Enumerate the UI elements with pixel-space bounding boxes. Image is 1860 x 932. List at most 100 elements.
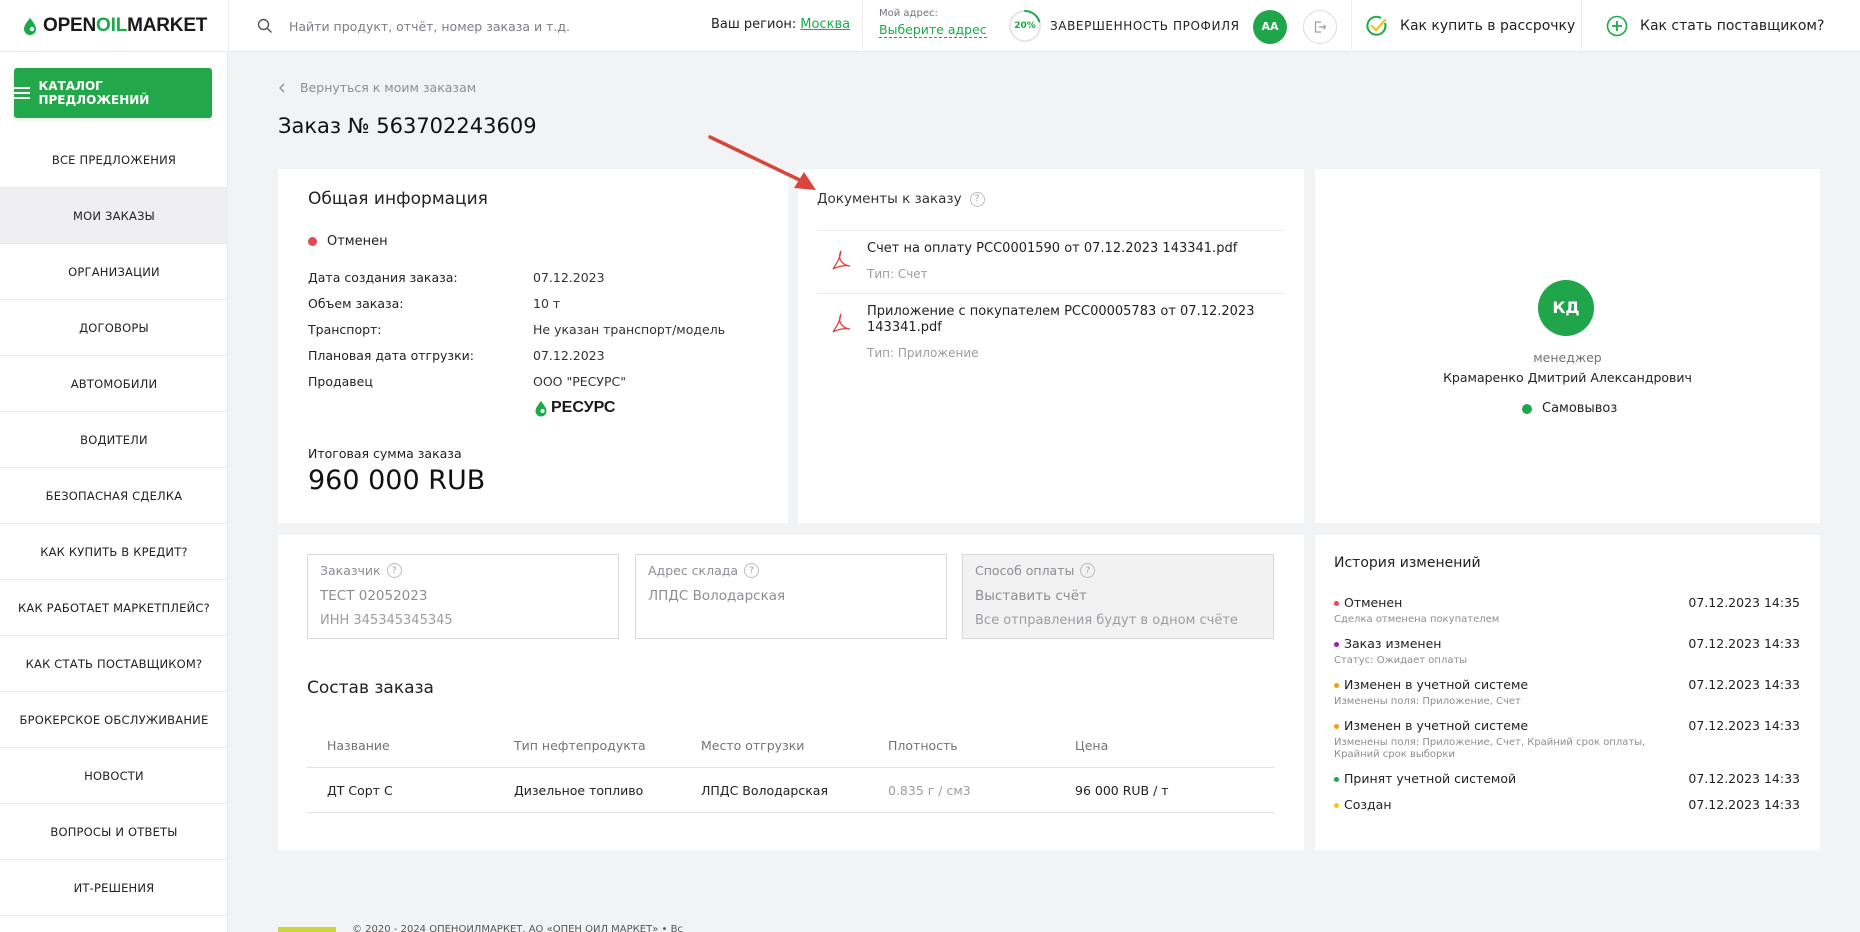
delivery-method: Самовывоз xyxy=(1522,401,1617,416)
customer-inn: ИНН 345345345345 xyxy=(320,613,453,628)
logo-drop-icon xyxy=(24,18,36,35)
help-icon[interactable]: ? xyxy=(744,563,760,578)
table-cell: Дизельное топливо xyxy=(514,782,644,798)
profile-completeness[interactable]: 20% ЗАВЕРШЕННОСТЬ ПРОФИЛЯ xyxy=(1008,9,1240,43)
sidebar-item-faq[interactable]: ВОПРОСЫ И ОТВЕТЫ xyxy=(0,804,228,860)
address-link[interactable]: Выберите адрес xyxy=(879,22,987,38)
history-item: Создан 07.12.2023 14:33 xyxy=(1334,797,1800,813)
progress-ring: 20% xyxy=(1008,9,1042,43)
delivery-dot-icon xyxy=(1522,403,1532,414)
document-item[interactable]: Счет на оплату РСС0001590 от 07.12.2023 … xyxy=(817,230,1285,293)
total-amount: 960 000 RUB xyxy=(308,465,486,496)
document-name[interactable]: Счет на оплату РСС0001590 от 07.12.2023 … xyxy=(867,241,1285,257)
info-row: Плановая дата отгрузки: 07.12.2023 xyxy=(308,348,605,363)
history-item: Отменен 07.12.2023 14:35 Сделка отменена … xyxy=(1334,595,1800,625)
field-caption: Способ оплаты? xyxy=(975,563,1261,578)
top-header: OPENOILMARKET Ваш регион:Москва Мой адре… xyxy=(0,0,1860,52)
info-list: Дата создания заказа: 07.12.2023 Объем за… xyxy=(308,270,768,400)
field-caption: Заказчик? xyxy=(320,563,606,578)
installment-link[interactable]: Как купить в рассрочку xyxy=(1351,0,1581,52)
composition-heading: Состав заказа xyxy=(307,678,434,698)
history-item: Изменен в учетной системе 07.12.2023 14:3… xyxy=(1334,677,1800,707)
table-cell: 96 000 RUB / т xyxy=(1075,782,1169,798)
info-row: Транспорт: Не указан транспорт/модель xyxy=(308,322,726,337)
search-input[interactable] xyxy=(289,18,689,34)
pdf-icon xyxy=(832,313,851,333)
documents-heading: Документы к заказу ? xyxy=(817,191,985,207)
history-dot-icon xyxy=(1334,641,1339,647)
sidebar-item-safe-deal[interactable]: БЕЗОПАСНАЯ СДЕЛКА xyxy=(0,468,228,524)
help-icon[interactable]: ? xyxy=(1080,563,1096,578)
sidebar-item-all-offers[interactable]: ВСЕ ПРЕДЛОЖЕНИЯ xyxy=(0,132,228,188)
page-title: Заказ № 563702243609 xyxy=(278,114,537,138)
sidebar: КАТАЛОГ ПРЕДЛОЖЕНИЙ ВСЕ ПРЕДЛОЖЕНИЯ МОИ … xyxy=(0,52,228,932)
back-link[interactable]: Вернуться к моим заказам xyxy=(278,80,476,95)
composition-table: Название Тип нефтепродукта Место отгрузк… xyxy=(307,723,1275,813)
sidebar-item-drivers[interactable]: ВОДИТЕЛИ xyxy=(0,412,228,468)
history-dot-icon xyxy=(1334,682,1339,688)
info-row: Объем заказа: 10 т xyxy=(308,296,561,311)
warehouse-address: ЛПДС Володарская xyxy=(648,588,786,604)
general-info-heading: Общая информация xyxy=(308,189,488,209)
search-icon xyxy=(257,18,272,33)
table-cell: ЛПДС Володарская xyxy=(701,782,828,798)
history-dot-icon xyxy=(1334,600,1339,606)
user-avatar[interactable]: АА xyxy=(1253,10,1287,44)
column-header: Место отгрузки xyxy=(701,737,805,753)
total-caption: Итоговая сумма заказа xyxy=(308,446,462,461)
table-row: ДТ Сорт С Дизельное топливо ЛПДС Володар… xyxy=(307,768,1275,813)
check-circle-icon xyxy=(1366,15,1387,36)
logo-text: OPENOILMARKET xyxy=(43,15,208,36)
sidebar-item-news[interactable]: НОВОСТИ xyxy=(0,748,228,804)
manager-name: Крамаренко Дмитрий Александрович xyxy=(1443,370,1692,385)
logout-icon xyxy=(1314,21,1327,33)
chevron-left-icon xyxy=(279,83,285,92)
history-dot-icon xyxy=(1334,802,1339,808)
footer-accent xyxy=(278,927,336,932)
column-header: Плотность xyxy=(888,737,958,753)
sidebar-item-it-solutions[interactable]: ИТ-РЕШЕНИЯ xyxy=(0,860,228,916)
address-caption: Мой адрес: xyxy=(879,8,938,19)
history-item: Принят учетной системой 07.12.2023 14:33 xyxy=(1334,771,1800,787)
history-item: Заказ изменен 07.12.2023 14:33 Статус: Ож… xyxy=(1334,636,1800,666)
history-list: Отменен 07.12.2023 14:35 Сделка отменена … xyxy=(1334,595,1800,823)
annotation-arrow-icon xyxy=(708,135,816,190)
sidebar-item-how-it-works[interactable]: КАК РАБОТАЕТ МАРКЕТПЛЕЙС? xyxy=(0,580,228,636)
documents-card: Документы к заказу ? Счет на оплату РСС0… xyxy=(798,169,1304,523)
region-selector: Ваш регион: Москва xyxy=(711,17,850,32)
history-dot-icon xyxy=(1334,723,1339,729)
history-heading: История изменений xyxy=(1334,555,1481,571)
sidebar-item-contracts[interactable]: ДОГОВОРЫ xyxy=(0,300,228,356)
document-name[interactable]: Приложение с покупателем РСС00005783 от … xyxy=(867,304,1285,336)
manager-avatar: КД xyxy=(1538,280,1594,336)
sidebar-item-become-supplier[interactable]: КАК СТАТЬ ПОСТАВЩИКОМ? xyxy=(0,636,228,692)
logo[interactable]: OPENOILMARKET xyxy=(22,14,207,38)
info-row: Продавец ООО "РЕСУРС" xyxy=(308,374,627,389)
order-details-card: Заказчик? ТЕСТ 02052023 ИНН 345345345345… xyxy=(278,535,1304,850)
sidebar-item-organizations[interactable]: ОРГАНИЗАЦИИ xyxy=(0,244,228,300)
payment-method: Выставить счёт xyxy=(975,588,1087,604)
column-header: Название xyxy=(327,737,390,753)
history-card: История изменений Отменен 07.12.2023 14:3… xyxy=(1315,535,1820,850)
help-icon[interactable]: ? xyxy=(969,191,985,207)
help-icon[interactable]: ? xyxy=(386,563,402,578)
sidebar-item-vehicles[interactable]: АВТОМОБИЛИ xyxy=(0,356,228,412)
document-item[interactable]: Приложение с покупателем РСС00005783 от … xyxy=(817,293,1285,372)
profile-label: ЗАВЕРШЕННОСТЬ ПРОФИЛЯ xyxy=(1050,19,1240,33)
catalog-button[interactable]: КАТАЛОГ ПРЕДЛОЖЕНИЙ xyxy=(14,68,212,118)
info-row: Дата создания заказа: 07.12.2023 xyxy=(308,270,605,285)
customer-field: Заказчик? ТЕСТ 02052023 ИНН 345345345345 xyxy=(307,554,619,639)
sidebar-item-credit[interactable]: КАК КУПИТЬ В КРЕДИТ? xyxy=(0,524,228,580)
sidebar-item-my-orders[interactable]: МОИ ЗАКАЗЫ xyxy=(0,188,228,244)
payment-note: Все отправления будут в одном счёте xyxy=(975,613,1238,628)
region-link[interactable]: Москва xyxy=(800,17,850,32)
sidebar-nav: ВСЕ ПРЕДЛОЖЕНИЯ МОИ ЗАКАЗЫ ОРГАНИЗАЦИИ Д… xyxy=(0,132,228,916)
supplier-link[interactable]: Как стать поставщиком? xyxy=(1581,0,1860,52)
manager-card: КД менеджер Крамаренко Дмитрий Александр… xyxy=(1315,169,1820,523)
status-dot-icon xyxy=(308,237,317,246)
seller-drop-icon xyxy=(535,400,547,416)
logout-button[interactable] xyxy=(1303,10,1337,44)
document-type: Тип: Приложение xyxy=(867,346,979,360)
address-block: Мой адрес: Выберите адрес xyxy=(862,0,987,52)
sidebar-item-brokerage[interactable]: БРОКЕРСКОЕ ОБСЛУЖИВАНИЕ xyxy=(0,692,228,748)
